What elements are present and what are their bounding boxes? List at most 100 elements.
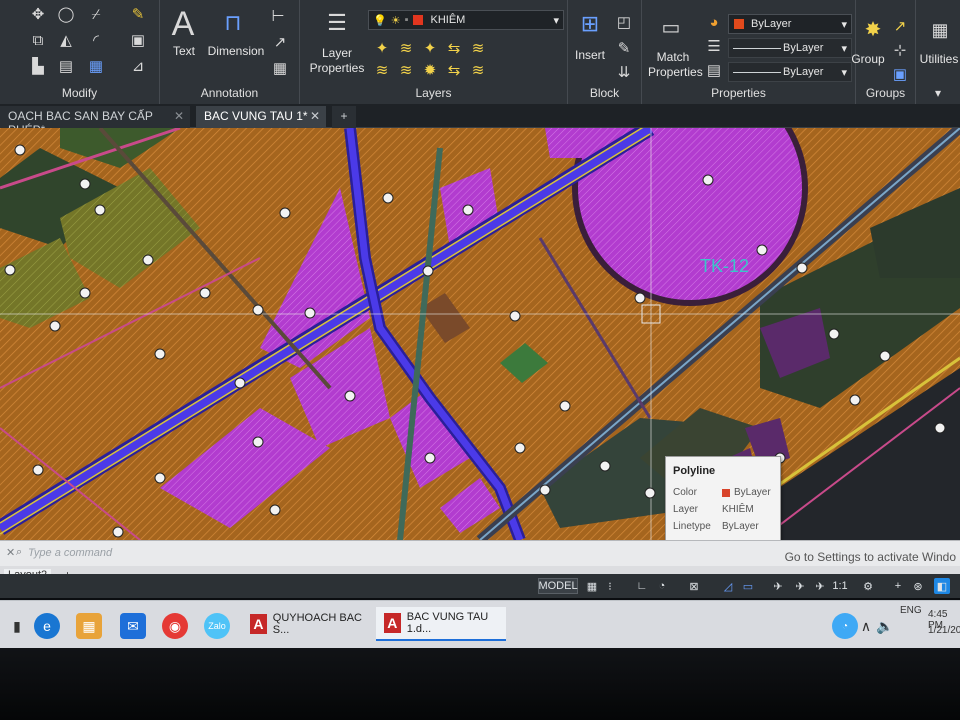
tab-bac-vung-tau[interactable]: BAC VUNG TAU 1* ✕ <box>196 106 326 128</box>
erase-icon[interactable]: ✎ <box>128 4 148 24</box>
grid-icon[interactable]: ▦ <box>584 578 600 594</box>
layer-dropdown[interactable]: 💡 ☀ ▪ KHIÊM ▾ <box>368 10 564 30</box>
osnap-icon[interactable]: ⊠ <box>686 578 702 594</box>
mirror-icon[interactable]: ◭ <box>56 30 76 50</box>
text-icon[interactable]: A <box>170 5 196 43</box>
command-close-icon[interactable]: ✕ <box>6 546 15 559</box>
lineweight-dropdown[interactable]: ByLayer ▾ <box>728 62 852 82</box>
modify-panel-title[interactable]: Modify <box>0 86 159 100</box>
ungroup-icon[interactable]: ↗ <box>890 16 910 36</box>
tray-app-icon[interactable]: ◔ <box>832 613 858 639</box>
move-icon[interactable]: ✥ <box>28 4 48 24</box>
group-button[interactable]: Group <box>850 52 886 67</box>
lineweight-icon[interactable]: ☰ <box>704 36 724 56</box>
taskview-icon[interactable]: ▮ <box>4 613 30 639</box>
color-dropdown[interactable]: ByLayer ▾ <box>728 14 852 34</box>
layers-panel-title[interactable]: Layers <box>300 86 567 100</box>
new-tab-button[interactable]: + <box>332 106 356 128</box>
linear-dim-icon[interactable]: ⊢ <box>268 6 288 26</box>
taskbar-app-quyhoach[interactable]: A QUYHOACH BAC S... <box>242 607 372 641</box>
layer-properties-icon[interactable]: ☰ <box>322 8 352 38</box>
table-icon[interactable]: ▦ <box>270 58 290 78</box>
layer-tool-icon[interactable]: ≋ <box>372 60 392 80</box>
command-input[interactable]: Type a command <box>28 547 112 559</box>
layer-tool-icon[interactable]: ≋ <box>468 60 488 80</box>
text-button[interactable]: Text <box>164 44 204 59</box>
array-icon[interactable]: ▦ <box>86 56 106 76</box>
taskbar-app-label: QUYHOACH BAC S... <box>272 612 363 636</box>
insert-icon[interactable]: ⊞ <box>576 10 604 38</box>
taskbar-app-bac-vung-tau[interactable]: A BAC VUNG TAU 1.d... <box>376 607 506 641</box>
layer-properties-button[interactable]: Layer Properties <box>308 46 366 76</box>
chevron-down-icon: ▾ <box>841 66 847 79</box>
volume-icon[interactable]: 🔈 <box>876 613 894 639</box>
group-edit-icon[interactable]: ⊹ <box>890 40 910 60</box>
color-wheel-icon[interactable]: ◕ <box>704 12 724 32</box>
plus-icon[interactable]: + <box>890 578 906 594</box>
language-indicator[interactable]: ENG <box>900 605 922 616</box>
command-search-icon[interactable]: ⌕ <box>16 546 22 559</box>
stretch-icon[interactable]: ▙ <box>28 56 48 76</box>
tab-quyhoach[interactable]: OACH BAC SAN BAY CẤP PHÉP* ✕ <box>0 106 190 137</box>
create-block-icon[interactable]: ◰ <box>614 12 634 32</box>
match-properties-button[interactable]: Match Properties <box>648 50 703 80</box>
edge-icon[interactable]: e <box>34 613 60 639</box>
utilities-button[interactable]: Utilities <box>916 52 960 67</box>
scale-value[interactable]: 1:1 <box>830 578 850 594</box>
insert-button[interactable]: Insert <box>570 48 610 63</box>
leader-icon[interactable]: ↗ <box>270 32 290 52</box>
attribute-icon[interactable]: ⇊ <box>614 62 634 82</box>
utilities-expand-icon[interactable]: ▾ <box>916 86 960 100</box>
trim-icon[interactable]: ⌿ <box>86 4 106 24</box>
store-icon[interactable]: ▦ <box>76 613 102 639</box>
layer-tool-icon[interactable]: ✹ <box>420 60 440 80</box>
zalo-icon[interactable]: Zalo <box>204 613 230 639</box>
group-icon[interactable]: ✸ <box>860 16 886 42</box>
autoscale-icon[interactable]: ✈ <box>812 578 828 594</box>
linetype-icon[interactable]: ▤ <box>704 60 724 80</box>
fillet-icon[interactable]: ◜ <box>86 30 106 50</box>
calculator-icon[interactable]: ▦ <box>928 18 952 42</box>
layer-tool-icon[interactable]: ✦ <box>420 38 440 58</box>
mail-icon[interactable]: ✉ <box>120 613 146 639</box>
dimension-icon[interactable]: ⊓ <box>218 8 248 38</box>
group-select-icon[interactable]: ▣ <box>890 64 910 84</box>
fullscreen-icon[interactable]: ◧ <box>934 578 950 594</box>
chevron-up-icon[interactable]: ∧ <box>858 613 874 639</box>
match-properties-icon[interactable]: ▭ <box>658 14 684 40</box>
model-space-button[interactable]: MODEL <box>538 578 578 594</box>
groups-panel-title[interactable]: Groups <box>856 86 915 100</box>
annotation-scale-icon[interactable]: ✈ <box>770 578 786 594</box>
polar-icon[interactable]: ◔ <box>654 578 670 594</box>
layer-tool-icon[interactable]: ≋ <box>468 38 488 58</box>
lineweight-toggle-icon[interactable]: ▭ <box>740 578 756 594</box>
layer-tool-icon[interactable]: ≋ <box>396 38 416 58</box>
linetype-dropdown[interactable]: ByLayer ▾ <box>728 38 852 58</box>
annotation-visibility-icon[interactable]: ✈ <box>792 578 808 594</box>
layer-tool-icon[interactable]: ⇆ <box>444 60 464 80</box>
properties-panel-title[interactable]: Properties <box>622 86 855 100</box>
workspace-gear-icon[interactable]: ⚙ <box>860 578 876 594</box>
close-icon[interactable]: ✕ <box>174 109 184 123</box>
explode-icon[interactable]: ▣ <box>128 30 148 50</box>
otrack-icon[interactable]: ◿ <box>720 578 736 594</box>
tooltip-color-text: ByLayer <box>734 487 771 498</box>
drawing-canvas[interactable]: TK-12 Polyline Color ByLayer Layer KHIÊM… <box>0 128 960 540</box>
chrome-icon[interactable]: ◉ <box>162 613 188 639</box>
isolate-icon[interactable]: ⊛ <box>910 578 926 594</box>
dimension-button[interactable]: Dimension <box>204 44 268 59</box>
clock-date[interactable]: 1/21/202 <box>928 625 960 636</box>
ribbon: ✥ ◯ ⌿ ✎ ⧉ ◭ ◜ ▣ ▙ ▤ ▦ ⊿ Modify A Text ⊓ … <box>0 0 960 104</box>
layer-tool-icon[interactable]: ⇆ <box>444 38 464 58</box>
layer-tool-icon[interactable]: ✦ <box>372 38 392 58</box>
layer-tool-icon[interactable]: ≋ <box>396 60 416 80</box>
edit-block-icon[interactable]: ✎ <box>614 38 634 58</box>
offset-icon[interactable]: ⊿ <box>128 56 148 76</box>
rotate-icon[interactable]: ◯ <box>56 4 76 24</box>
annotation-panel-title[interactable]: Annotation <box>160 86 299 100</box>
scale-icon[interactable]: ▤ <box>56 56 76 76</box>
snap-icon[interactable]: ⁝ <box>602 578 618 594</box>
close-icon[interactable]: ✕ <box>310 109 320 123</box>
ortho-icon[interactable]: ∟ <box>634 578 650 594</box>
copy-icon[interactable]: ⧉ <box>28 30 48 50</box>
